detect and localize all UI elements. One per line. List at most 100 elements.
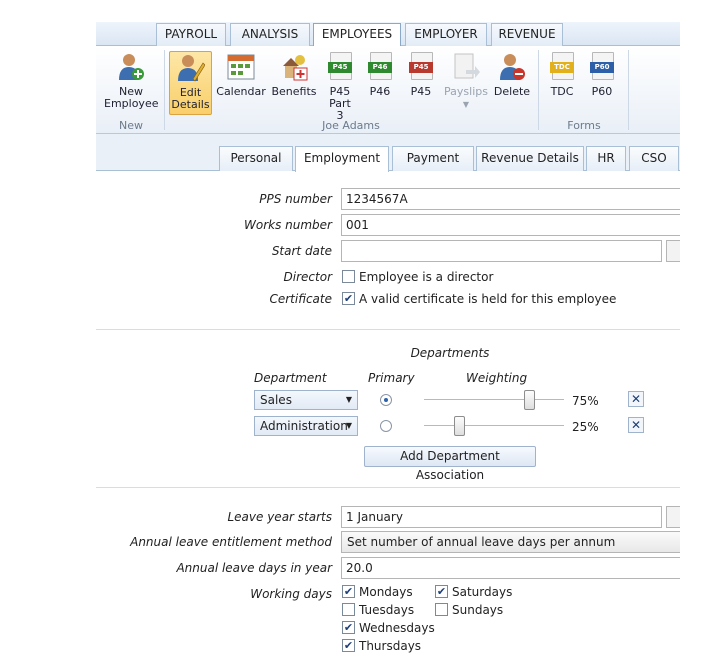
close-icon: ✕ [630,392,642,406]
tab-personal[interactable]: Personal [219,146,293,171]
new-employee-icon [117,52,145,82]
weighting-value: 75% [572,394,599,408]
tab-cso[interactable]: CSO [629,146,679,171]
p45-red-document-icon: P45 [407,52,435,82]
weighting-slider-thumb[interactable] [524,390,535,410]
payslips-button[interactable]: Payslips ▼ [442,52,490,111]
thursdays-label: Thursdays [359,639,422,653]
tdc-button[interactable]: TDC TDC [546,52,578,98]
remove-department-button[interactable]: ✕ [628,391,644,407]
edit-details-button[interactable]: Edit Details [169,51,212,115]
departments-title: Departments [410,346,490,360]
annual-leave-days-label: Annual leave days in year [176,561,332,575]
department-select-value: Sales [260,393,292,407]
annual-leave-days-input[interactable]: 20.0 [341,557,680,579]
department-column-header: Department [254,371,327,385]
wednesdays-checkbox[interactable]: ✔ [342,621,355,634]
remove-department-button[interactable]: ✕ [628,417,644,433]
leave-year-picker-button[interactable] [666,506,680,528]
sundays-label: Sundays [452,603,504,617]
divider [96,329,680,330]
p60-tag: P60 [590,62,614,73]
tab-hr[interactable]: HR [586,146,626,171]
works-number-input[interactable]: 001 [341,214,680,236]
p45-button[interactable]: P45 P45 [405,52,437,98]
ribbon: New Employee Edit Details Calendar Benef… [96,46,680,134]
weighting-column-header: Weighting [466,371,528,385]
tdc-tag: TDC [550,62,574,73]
certificate-label: Certificate [269,292,332,306]
leave-method-label: Annual leave entitlement method [130,535,332,549]
certificate-checkbox-text: A valid certificate is held for this emp… [359,292,617,306]
start-date-picker-button[interactable] [666,240,680,262]
tab-employer[interactable]: EMPLOYER [405,23,487,46]
primary-radio[interactable] [380,420,392,432]
sundays-checkbox[interactable] [435,603,448,616]
delete-button[interactable]: Delete [492,52,532,98]
director-label: Director [283,270,332,284]
p46-tag: P46 [368,62,392,73]
wednesdays-label: Wednesdays [359,621,435,635]
new-employee-button[interactable]: New Employee [104,52,158,110]
checkmark-icon: ✔ [436,585,447,598]
certificate-checkbox[interactable]: ✔ [342,292,355,305]
saturdays-checkbox[interactable]: ✔ [435,585,448,598]
tab-payroll[interactable]: PAYROLL [156,23,226,46]
tab-analysis[interactable]: ANALYSIS [230,23,310,46]
p45-red-tag: P45 [409,62,433,73]
start-date-label: Start date [271,244,332,258]
chevron-down-icon: ▼ [345,421,352,430]
tuesdays-checkbox[interactable] [342,603,355,616]
benefits-icon [280,52,308,82]
payslips-label: Payslips [444,85,488,98]
p60-button[interactable]: P60 P60 [586,52,618,98]
benefits-button[interactable]: Benefits [270,52,318,98]
director-checkbox[interactable] [342,270,355,283]
benefits-label: Benefits [271,85,317,98]
p46-label: P46 [369,85,391,98]
primary-radio[interactable] [380,394,392,406]
tab-employment[interactable]: Employment [295,146,389,172]
page-tab-bar: Personal Employment Payment Revenue Deta… [96,134,680,172]
ribbon-tab-bar: PAYROLL ANALYSIS EMPLOYEES EMPLOYER REVE… [96,22,680,47]
p45-label: P45 [410,85,432,98]
tab-revenue-details[interactable]: Revenue Details [476,146,584,171]
leave-year-starts-input[interactable]: 1 January [341,506,662,528]
weighting-value: 25% [572,420,599,434]
calendar-label: Calendar [216,85,266,98]
group-new-label: New [119,119,143,132]
edit-details-icon [177,53,205,83]
tab-revenue[interactable]: REVENUE [491,23,563,46]
p45-part3-button[interactable]: P45 P45 Part 3 [324,52,356,122]
mondays-label: Mondays [359,585,413,599]
close-icon: ✕ [630,418,642,432]
add-department-association-button[interactable]: Add Department Association [364,446,536,482]
works-number-label: Works number [244,218,332,232]
p46-button[interactable]: P46 P46 [364,52,396,98]
group-separator [628,50,629,130]
start-date-input[interactable] [341,240,662,262]
pps-number-label: PPS number [259,192,332,206]
checkmark-icon: ✔ [343,639,354,652]
app-window: PAYROLL ANALYSIS EMPLOYEES EMPLOYER REVE… [96,0,680,659]
leave-year-starts-label: Leave year starts [227,510,332,524]
group-employee-label: Joe Adams [322,119,380,132]
tab-payment[interactable]: Payment [392,146,474,171]
tab-employees[interactable]: EMPLOYEES [313,23,401,47]
calendar-button[interactable]: Calendar [216,52,266,98]
calendar-icon [227,52,255,82]
director-checkbox-text: Employee is a director [359,270,494,284]
pps-number-input[interactable]: 1234567A [341,188,680,210]
department-select[interactable]: Sales ▼ [254,390,358,410]
group-separator [538,50,539,130]
department-select[interactable]: Administration ▼ [254,416,358,436]
group-forms-label: Forms [567,119,601,132]
saturdays-label: Saturdays [452,585,513,599]
mondays-checkbox[interactable]: ✔ [342,585,355,598]
new-employee-label-2: Employee [104,97,159,110]
thursdays-checkbox[interactable]: ✔ [342,639,355,652]
weighting-slider-thumb[interactable] [454,416,465,436]
weighting-slider-track [424,399,564,401]
leave-method-select[interactable]: Set number of annual leave days per annu… [341,531,680,553]
tuesdays-label: Tuesdays [359,603,415,617]
